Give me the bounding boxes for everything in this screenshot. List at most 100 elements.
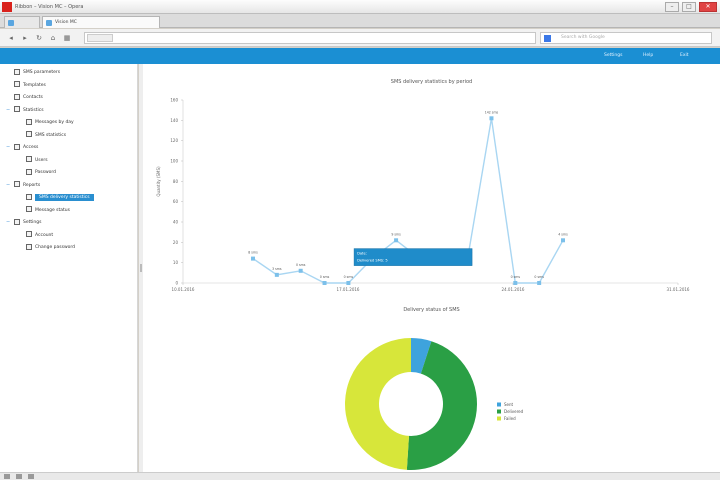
help-link[interactable]: Help <box>643 53 653 58</box>
tree-node-icon <box>26 156 32 162</box>
sidebar-item-6[interactable]: − Access <box>6 143 39 152</box>
sidebar-item-4[interactable]: Messages by day <box>26 118 74 127</box>
expander-icon[interactable]: − <box>6 106 10 115</box>
data-label: 0 sms <box>511 275 521 279</box>
sidebar-item-5[interactable]: SMS statistics <box>26 131 66 140</box>
line-chart: 0 10 20 40 60 80 100 120 140 160 Quantity (SMS) 10.… <box>156 98 690 293</box>
sidebar-tree: SMS parameters Templates Contacts − Statisti… <box>0 64 138 472</box>
y-tick-label: 120 <box>170 138 178 143</box>
maximize-button[interactable]: □ <box>682 1 696 12</box>
tooltip-title: Date: <box>357 252 367 256</box>
tree-node-icon <box>14 218 20 225</box>
y-tick-label: 80 <box>173 179 179 184</box>
minimize-button[interactable]: – <box>665 1 679 12</box>
app-header: Settings Help Exit <box>0 48 720 64</box>
reload-icon[interactable]: ↻ <box>34 33 44 43</box>
y-axis-label: Quantity (SMS) <box>156 166 161 197</box>
sidebar-item-0[interactable]: SMS parameters <box>14 68 60 77</box>
tree-node-icon <box>26 206 32 212</box>
tree-node-icon <box>14 106 20 112</box>
tab-vision-mc[interactable]: Vision MC <box>42 16 160 28</box>
forward-icon[interactable]: ▸ <box>20 33 30 43</box>
tooltip-box <box>353 248 473 266</box>
expander-icon[interactable]: − <box>6 143 10 152</box>
speed-dial-grid-icon[interactable]: ▦ <box>62 33 72 43</box>
sidebar-item-1[interactable]: Templates <box>14 81 46 90</box>
tooltip-value: Delivered SMS: 5 <box>357 259 388 263</box>
data-point <box>322 281 327 285</box>
data-point <box>513 281 518 285</box>
data-label: 8 sms <box>248 251 258 255</box>
legend-swatch <box>497 402 501 407</box>
splitter-grip[interactable] <box>140 264 142 272</box>
y-tick-label: 20 <box>173 240 179 245</box>
sidebar-item-label: Templates <box>23 82 46 88</box>
zoom-icon[interactable] <box>28 474 34 479</box>
data-point <box>298 268 303 273</box>
close-button[interactable]: ✕ <box>699 1 717 12</box>
sidebar-item-2[interactable]: Contacts <box>14 93 43 102</box>
sidebar-item-11[interactable]: Message status <box>26 206 70 215</box>
sidebar-item-12[interactable]: − Settings <box>6 218 42 227</box>
sidebar-item-label: Settings <box>23 220 42 225</box>
page-favicon-icon <box>46 20 52 26</box>
google-icon <box>544 35 551 42</box>
x-tick-label: 10.01.2016 <box>172 287 195 292</box>
y-tick-label: 40 <box>173 220 179 225</box>
sidebar-item-8[interactable]: Password <box>26 168 56 177</box>
site-info-icon[interactable] <box>87 34 113 42</box>
sidebar-item-14[interactable]: Change password <box>26 243 75 252</box>
tree-node-icon <box>14 81 20 87</box>
sidebar-item-label: SMS statistics <box>35 132 67 138</box>
sidebar-item-7[interactable]: Users <box>26 156 48 165</box>
sidebar-item-9[interactable]: − Reports <box>6 181 41 190</box>
legend-swatch <box>497 409 501 414</box>
window-titlebar: Ribbon – Vision MC – Opera – □ ✕ <box>0 0 720 14</box>
sidebar-item-10[interactable]: SMS delivery statistics <box>26 193 94 202</box>
data-label: 0 sms <box>296 263 306 267</box>
data-point <box>561 238 565 243</box>
data-point <box>537 281 542 285</box>
tab-speed-dial[interactable] <box>4 16 40 28</box>
sidebar-item-label: Reports <box>23 182 41 188</box>
data-point <box>346 281 351 285</box>
tree-node-icon <box>26 131 32 137</box>
x-tick-label: 17.01.2016 <box>337 287 360 292</box>
exit-link[interactable]: Exit <box>680 53 689 58</box>
y-tick-label: 140 <box>170 118 178 123</box>
y-tick-label: 0 <box>175 281 178 286</box>
search-input[interactable]: Search with Google <box>540 32 712 44</box>
legend-label: Failed <box>504 416 516 421</box>
legend-label: Delivered <box>504 409 524 414</box>
legend-swatch <box>497 416 501 421</box>
tree-node-icon <box>26 231 32 237</box>
tab-label: Vision MC <box>55 20 77 25</box>
sidebar-item-label: Message status <box>35 207 70 213</box>
sidebar-item-13[interactable]: Account <box>26 231 53 240</box>
y-tick-label: 10 <box>173 260 179 265</box>
url-input[interactable] <box>84 32 536 44</box>
x-tick-label: 24.01.2016 <box>502 287 525 292</box>
data-point <box>394 238 399 243</box>
downloads-icon[interactable] <box>16 474 22 479</box>
sidebar-item-3[interactable]: − Statistics <box>6 106 44 115</box>
panel-toggle-icon[interactable] <box>4 474 10 479</box>
sidebar-item-label: Change password <box>35 245 76 250</box>
tree-node-icon <box>14 181 20 187</box>
window-title: Ribbon – Vision MC – Opera <box>15 3 84 10</box>
tree-node-icon <box>14 68 20 75</box>
sidebar-item-label: Access <box>23 145 39 150</box>
back-icon[interactable]: ◂ <box>6 33 16 43</box>
pie-slice <box>344 338 411 470</box>
tree-node-icon <box>26 118 32 125</box>
sidebar-item-label: Password <box>35 170 57 175</box>
sidebar-item-label: Messages by day <box>35 120 74 125</box>
expander-icon[interactable]: − <box>6 181 10 190</box>
data-label: 142 sms <box>485 110 499 114</box>
address-bar: ◂ ▸ ↻ ⌂ ▦ Search with Google <box>0 29 720 47</box>
expander-icon[interactable]: − <box>6 218 10 227</box>
tree-node-icon <box>26 243 32 250</box>
settings-link[interactable]: Settings <box>604 53 622 58</box>
data-label: 0 sms <box>320 275 330 279</box>
home-icon[interactable]: ⌂ <box>48 33 58 43</box>
